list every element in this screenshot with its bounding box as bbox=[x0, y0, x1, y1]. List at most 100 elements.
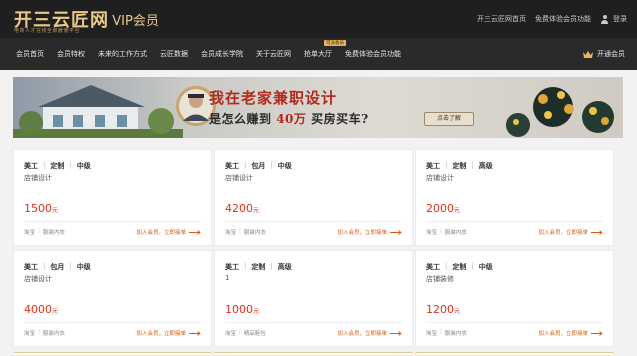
job-category: 服装内衣 bbox=[444, 230, 467, 236]
job-platform: 淘宝 bbox=[24, 230, 36, 236]
job-tags: 美工 | 包月 | 中级 bbox=[225, 161, 292, 171]
login-label: 登录 bbox=[613, 15, 627, 23]
job-title: 店铺设计 bbox=[24, 174, 52, 182]
nav-item-member-home[interactable]: 会员首页 bbox=[16, 49, 44, 59]
job-tag-type: 美工 bbox=[426, 263, 440, 271]
arrow-right-icon bbox=[390, 229, 402, 235]
job-platform: 淘宝 bbox=[225, 230, 237, 236]
job-price: 4000元 bbox=[24, 303, 59, 316]
join-member-link[interactable]: 加入会员，立即接单 bbox=[136, 329, 201, 337]
job-category: 服装内衣 bbox=[42, 230, 65, 236]
nav-badge: 可派会员 bbox=[324, 40, 346, 46]
join-member-label: 加入会员，立即接单 bbox=[136, 331, 186, 337]
tag-separator: | bbox=[270, 262, 273, 270]
job-meta: 淘宝 | 服装内衣 bbox=[24, 228, 65, 236]
job-tags: 美工 | 包月 | 中级 bbox=[24, 262, 91, 272]
nav-item-data[interactable]: 云匠数据 bbox=[160, 49, 188, 59]
banner-subline: 是怎么赚到 40万 买房买车? bbox=[209, 110, 369, 127]
arrow-right-icon bbox=[390, 330, 402, 336]
arrow-right-icon bbox=[189, 330, 201, 336]
banner-subline-c: 买房买车? bbox=[311, 112, 369, 126]
meta-separator: | bbox=[239, 228, 241, 234]
job-card[interactable]: 美工 | 定制 | 中级 店铺装修 1200元 淘宝 | 服装内衣 加入会员，立即接… bbox=[415, 250, 614, 347]
job-title: 店铺设计 bbox=[426, 174, 454, 182]
job-tag-mode: 定制 bbox=[251, 263, 266, 271]
job-card-partial[interactable] bbox=[214, 352, 413, 356]
logo-tagline: 电商人才在线全职雇佣平台 bbox=[14, 28, 81, 34]
join-member-link[interactable]: 加入会员，立即接单 bbox=[136, 228, 201, 236]
join-member-link[interactable]: 加入会员，立即接单 bbox=[337, 329, 402, 337]
job-price: 1000元 bbox=[225, 303, 260, 316]
job-meta: 淘宝 | 服装内衣 bbox=[24, 329, 65, 337]
tag-separator: | bbox=[471, 262, 474, 270]
job-tags: 美工 | 定制 | 高级 bbox=[426, 161, 493, 171]
job-meta: 淘宝 | 服装内衣 bbox=[426, 228, 467, 236]
job-tag-level: 高级 bbox=[478, 162, 493, 170]
arrow-right-icon bbox=[591, 229, 603, 235]
join-member-label: 加入会员，立即接单 bbox=[538, 331, 588, 337]
job-card-partial[interactable] bbox=[13, 352, 212, 356]
job-tag-level: 中级 bbox=[277, 162, 292, 170]
card-divider bbox=[426, 322, 603, 323]
promo-banner[interactable]: 我在老家兼职设计 是怎么赚到 40万 买房买车? 点击了解 bbox=[13, 77, 623, 138]
job-card[interactable]: 美工 | 定制 | 中级 店铺设计 1500元 淘宝 | 服装内衣 加入会员，立即接… bbox=[13, 149, 212, 246]
tag-separator: | bbox=[244, 262, 247, 270]
top-bar: 开三云匠网 电商人才在线全职雇佣平台 · VIP会员 开三云匠网首页 免费体验会… bbox=[0, 0, 637, 38]
join-member-link[interactable]: 加入会员，立即接单 bbox=[538, 228, 603, 236]
meta-separator: | bbox=[440, 329, 442, 335]
meta-separator: | bbox=[38, 228, 40, 234]
job-tag-type: 美工 bbox=[225, 162, 239, 170]
job-tag-level: 高级 bbox=[277, 263, 292, 271]
login-link[interactable]: 登录 bbox=[600, 14, 627, 24]
nav-bar: 会员首页 会员特权 未来的工作方式 云匠数据 会员成长学院 关于云匠网 抢单大厅… bbox=[0, 38, 637, 70]
nav-item-free-trial[interactable]: 免费体验会员功能 bbox=[345, 49, 401, 59]
free-trial-link[interactable]: 免费体验会员功能 bbox=[535, 14, 591, 24]
job-meta: 淘宝 | 精品鞋包 bbox=[225, 329, 266, 337]
card-divider bbox=[24, 221, 201, 222]
join-member-label: 加入会员，立即接单 bbox=[337, 230, 387, 236]
job-card-partial[interactable] bbox=[415, 352, 614, 356]
join-member-label: 加入会员，立即接单 bbox=[136, 230, 186, 236]
join-member-link[interactable]: 加入会员，立即接单 bbox=[538, 329, 603, 337]
nav-item-order-hall[interactable]: 抢单大厅 可派会员 bbox=[304, 40, 346, 59]
job-title: 1 bbox=[225, 274, 230, 282]
job-platform: 淘宝 bbox=[426, 331, 438, 337]
tag-separator: | bbox=[270, 161, 273, 169]
nav-item-academy[interactable]: 会员成长学院 bbox=[201, 49, 243, 59]
join-member-link[interactable]: 加入会员，立即接单 bbox=[337, 228, 402, 236]
job-card[interactable]: 美工 | 包月 | 中级 店铺设计 4000元 淘宝 | 服装内衣 加入会员，立即接… bbox=[13, 250, 212, 347]
join-member-label: 加入会员，立即接单 bbox=[337, 331, 387, 337]
meta-separator: | bbox=[440, 228, 442, 234]
join-member-label: 加入会员，立即接单 bbox=[538, 230, 588, 236]
job-price: 2000元 bbox=[426, 202, 461, 215]
banner-headline: 我在老家兼职设计 bbox=[209, 89, 338, 107]
nav-item-privileges[interactable]: 会员特权 bbox=[57, 49, 85, 59]
job-category: 精品鞋包 bbox=[243, 331, 266, 337]
job-tags: 美工 | 定制 | 中级 bbox=[24, 161, 91, 171]
card-divider bbox=[24, 322, 201, 323]
meta-separator: | bbox=[38, 329, 40, 335]
job-title: 店铺装修 bbox=[426, 275, 454, 283]
job-card[interactable]: 美工 | 定制 | 高级 店铺设计 2000元 淘宝 | 服装内衣 加入会员，立即接… bbox=[415, 149, 614, 246]
home-link[interactable]: 开三云匠网首页 bbox=[477, 14, 526, 24]
nav-item-future-work[interactable]: 未来的工作方式 bbox=[98, 49, 147, 59]
open-member-label: 开通会员 bbox=[597, 50, 625, 58]
nav-item-about[interactable]: 关于云匠网 bbox=[256, 49, 291, 59]
job-card[interactable]: 美工 | 包月 | 中级 店铺设计 4200元 淘宝 | 服装内衣 加入会员，立即接… bbox=[214, 149, 413, 246]
vip-title: · VIP会员 bbox=[104, 14, 159, 29]
job-category: 服装内衣 bbox=[42, 331, 65, 337]
job-card[interactable]: 美工 | 定制 | 高级 1 1000元 淘宝 | 精品鞋包 加入会员，立即接单 bbox=[214, 250, 413, 347]
job-platform: 淘宝 bbox=[426, 230, 438, 236]
open-member-button[interactable]: 开通会员 bbox=[583, 49, 625, 59]
tag-separator: | bbox=[69, 262, 72, 270]
job-category: 服装内衣 bbox=[243, 230, 266, 236]
banner-learn-more-button[interactable]: 点击了解 bbox=[424, 112, 474, 126]
job-tags: 美工 | 定制 | 中级 bbox=[426, 262, 493, 272]
job-meta: 淘宝 | 服装内衣 bbox=[426, 329, 467, 337]
job-title: 店铺设计 bbox=[225, 174, 253, 182]
crown-icon bbox=[583, 50, 593, 58]
job-price: 1500元 bbox=[24, 202, 59, 215]
main-nav: 会员首页 会员特权 未来的工作方式 云匠数据 会员成长学院 关于云匠网 抢单大厅… bbox=[16, 38, 401, 70]
arrow-right-icon bbox=[591, 330, 603, 336]
job-tag-level: 中级 bbox=[76, 263, 91, 271]
